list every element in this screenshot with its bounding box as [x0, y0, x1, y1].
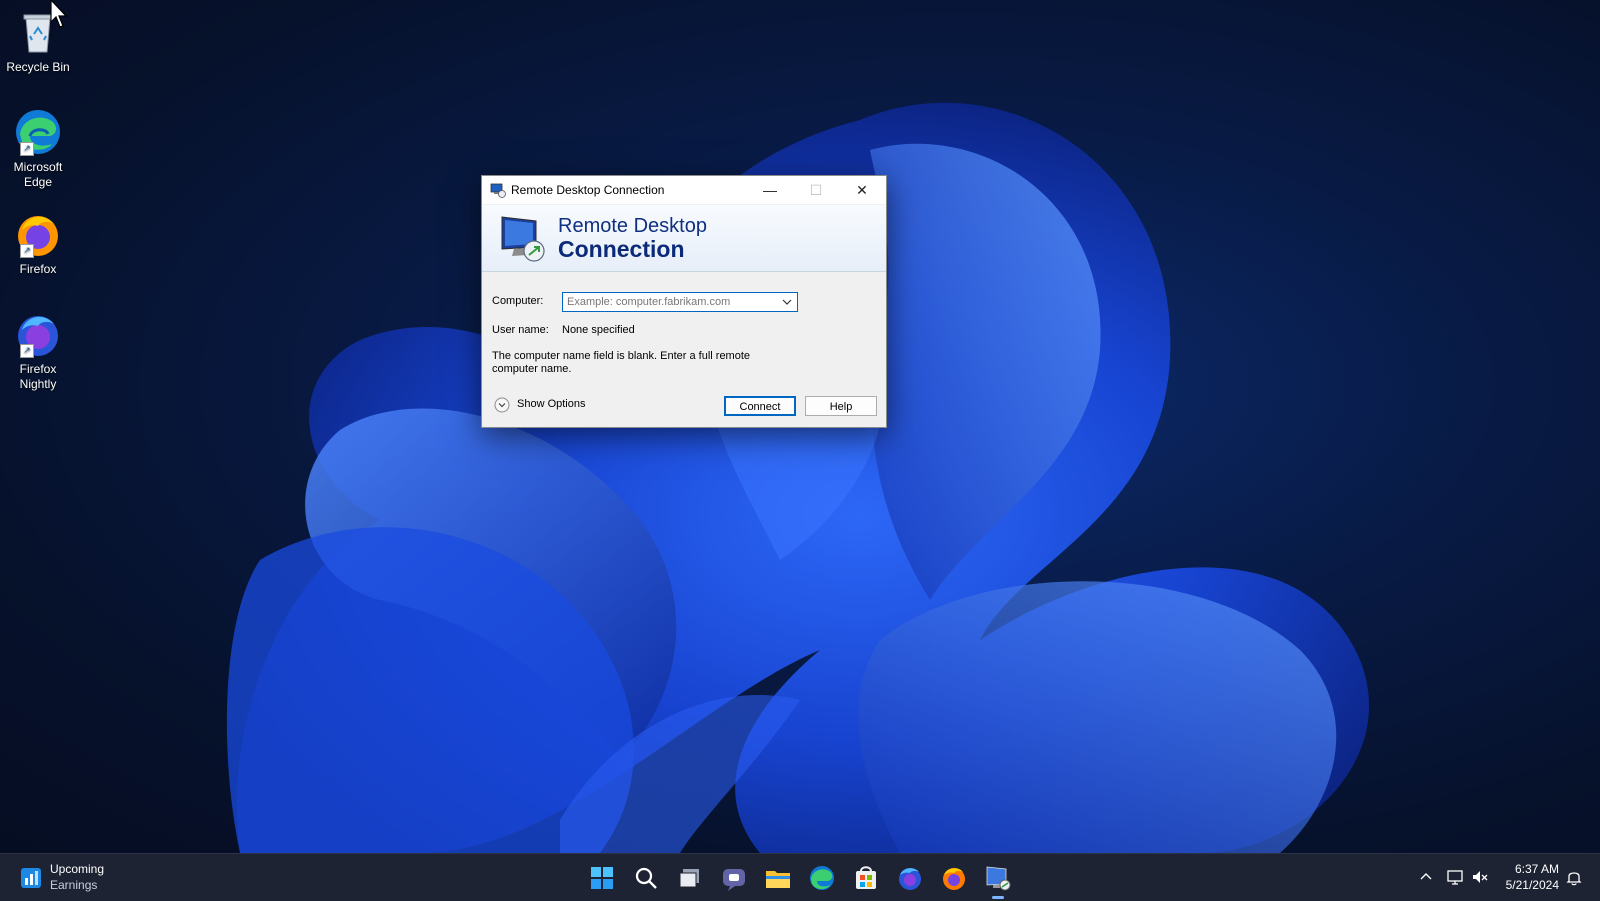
dialog-banner: Remote Desktop Connection — [482, 205, 886, 272]
remote-desktop-logo-icon — [501, 216, 545, 262]
start-button[interactable] — [586, 862, 618, 894]
desktop-icon-label: Firefox — [19, 262, 57, 276]
search-icon — [635, 867, 657, 889]
task-view-icon — [679, 869, 699, 888]
firefox-nightly-button[interactable] — [894, 862, 926, 894]
store-button[interactable] — [850, 862, 882, 894]
dialog-title: Remote Desktop Connection — [511, 183, 665, 197]
store-icon — [856, 866, 876, 889]
chevron-down-icon[interactable] — [780, 295, 794, 309]
clock-date[interactable]: 5/21/2024 — [1495, 878, 1559, 892]
shortcut-arrow-icon: ↗ — [20, 244, 34, 258]
mouse-cursor-icon — [50, 0, 68, 28]
connect-button[interactable]: Connect — [724, 396, 796, 416]
desktop-icon-label: Microsoft Edge — [13, 160, 63, 189]
computer-combobox[interactable] — [562, 292, 798, 312]
widgets-button[interactable]: Upcoming Earnings — [18, 862, 128, 894]
close-button[interactable]: ✕ — [839, 176, 885, 204]
search-button[interactable] — [630, 862, 662, 894]
desktop-icon-edge[interactable]: ↗ Microsoft Edge — [4, 108, 72, 190]
notification-bell-icon[interactable] — [1565, 868, 1583, 886]
volume-muted-icon[interactable] — [1471, 868, 1489, 886]
validation-message: The computer name field is blank. Enter … — [492, 350, 751, 375]
username-value: None specified — [562, 324, 635, 336]
edge-icon — [810, 866, 834, 890]
help-button[interactable]: Help — [805, 396, 877, 416]
firefox-nightly-icon: ↗ — [14, 310, 62, 358]
remote-desktop-icon — [490, 183, 506, 198]
chat-button[interactable] — [718, 862, 750, 894]
expand-circle-icon — [494, 397, 510, 413]
firefox-nightly-icon — [899, 868, 921, 890]
edge-button[interactable] — [806, 862, 838, 894]
shortcut-arrow-icon: ↗ — [20, 344, 34, 358]
shortcut-arrow-icon: ↗ — [20, 142, 34, 156]
clock-time[interactable]: 6:37 AM — [1495, 862, 1559, 876]
remote-desktop-dialog: Remote Desktop Connection — ☐ ✕ Remote D… — [481, 175, 887, 428]
firefox-icon — [943, 868, 965, 890]
desktop-icon-label: Recycle Bin — [6, 60, 70, 74]
banner-title-line2: Connection — [558, 236, 685, 262]
stock-chart-icon — [21, 868, 41, 888]
desktop-icon-firefox-nightly[interactable]: ↗ Firefox Nightly — [4, 310, 72, 392]
firefox-button[interactable] — [938, 862, 970, 894]
desktop: Recycle Bin ↗ Microsoft Edge ↗ Firefox ↗… — [0, 0, 1600, 853]
remote-desktop-taskbar-button[interactable] — [982, 862, 1014, 899]
taskbar: Upcoming Earnings 6:37 AM 5/21/2024 — [0, 853, 1600, 901]
dialog-titlebar[interactable]: Remote Desktop Connection — ☐ ✕ — [482, 176, 886, 204]
desktop-icon-firefox[interactable]: ↗ Firefox — [4, 210, 72, 277]
task-view-button[interactable] — [674, 862, 706, 894]
widget-subtitle: Earnings — [50, 878, 98, 892]
computer-input[interactable] — [565, 294, 779, 310]
minimize-button[interactable]: — — [747, 176, 793, 204]
maximize-button: ☐ — [809, 182, 823, 198]
desktop-icon-label: Firefox Nightly — [19, 362, 57, 391]
file-explorer-button[interactable] — [762, 862, 794, 894]
username-label: User name: — [492, 324, 549, 336]
firefox-icon: ↗ — [14, 210, 62, 258]
widget-title: Upcoming — [50, 862, 105, 876]
network-icon[interactable] — [1446, 868, 1464, 886]
teams-chat-icon — [723, 869, 745, 891]
computer-label: Computer: — [492, 295, 544, 307]
banner-title-line1: Remote Desktop — [558, 215, 707, 237]
file-explorer-icon — [766, 871, 790, 888]
edge-icon: ↗ — [14, 108, 62, 156]
start-icon — [591, 867, 613, 889]
chevron-up-icon[interactable] — [1419, 870, 1433, 884]
show-options-label: Show Options — [517, 398, 586, 410]
remote-desktop-icon — [986, 866, 1011, 891]
